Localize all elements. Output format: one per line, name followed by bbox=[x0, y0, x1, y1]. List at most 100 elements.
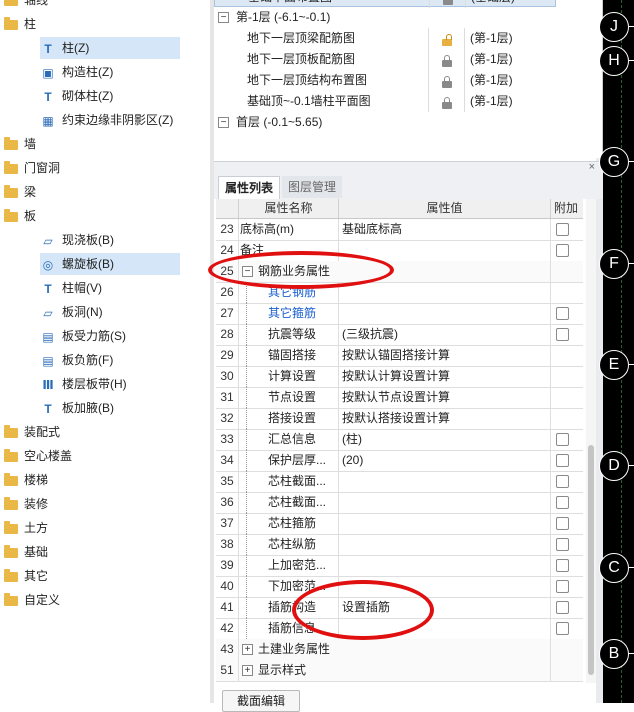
tree-folder[interactable]: 门窗洞 bbox=[4, 157, 204, 179]
property-group-row[interactable]: 51 + 显示样式 bbox=[216, 660, 583, 682]
property-row[interactable]: 38 芯柱纵筋 bbox=[216, 534, 583, 556]
tree-item[interactable]: ▤ 板受力筋(S) bbox=[40, 325, 200, 347]
close-icon[interactable]: × bbox=[589, 161, 595, 173]
extra-checkbox[interactable] bbox=[556, 433, 569, 446]
grid-scrollbar[interactable] bbox=[586, 199, 596, 683]
tree-item[interactable]: Ⅲ 楼层板带(H) bbox=[40, 373, 200, 395]
collapse-icon[interactable]: − bbox=[218, 12, 229, 23]
lock-icon[interactable] bbox=[442, 55, 452, 67]
row-number: 26 bbox=[220, 285, 234, 299]
scrollbar-thumb[interactable] bbox=[588, 445, 594, 675]
folder-icon bbox=[4, 568, 18, 582]
tree-label: 其它 bbox=[24, 569, 49, 583]
column-divider bbox=[238, 492, 239, 513]
tree-item[interactable]: ▤ 板负筋(F) bbox=[40, 349, 200, 371]
extra-checkbox[interactable] bbox=[556, 538, 569, 551]
drawing-row[interactable]: 地下一层顶结构布置图 (第-1层) bbox=[214, 70, 556, 91]
tree-label: 轴线 bbox=[24, 0, 49, 7]
tab-layer-management[interactable]: 图层管理 bbox=[282, 176, 343, 198]
extra-checkbox[interactable] bbox=[556, 244, 569, 257]
extra-checkbox[interactable] bbox=[556, 475, 569, 488]
collapse-icon[interactable]: − bbox=[218, 117, 229, 128]
property-value[interactable]: 按默认计算设置计算 bbox=[342, 366, 450, 387]
property-row[interactable]: 32 搭接设置 按默认搭接设置计算 bbox=[216, 408, 583, 430]
axis-marker: D bbox=[599, 451, 634, 481]
tree-folder[interactable]: 板 bbox=[4, 205, 204, 227]
lock-icon[interactable] bbox=[442, 76, 452, 88]
extra-checkbox[interactable] bbox=[556, 580, 569, 593]
property-value[interactable]: 按默认锚固搭接计算 bbox=[342, 345, 450, 366]
tree-folder[interactable]: 楼梯 bbox=[4, 469, 204, 491]
property-value[interactable]: 按默认节点设置计算 bbox=[342, 387, 450, 408]
expand-icon[interactable]: + bbox=[242, 644, 253, 655]
property-row[interactable]: 29 锚固搭接 按默认锚固搭接计算 bbox=[216, 345, 583, 367]
unlocked-icon[interactable] bbox=[442, 34, 452, 46]
extra-checkbox[interactable] bbox=[556, 559, 569, 572]
tree-folder[interactable]: 空心楼盖 bbox=[4, 445, 204, 467]
property-name: 保护层厚... bbox=[268, 453, 327, 467]
tree-item[interactable]: T 柱(Z) bbox=[40, 37, 180, 59]
drawing-group[interactable]: − 第-1层 (-6.1~-0.1) bbox=[214, 7, 556, 28]
extra-checkbox[interactable] bbox=[556, 622, 569, 635]
property-row[interactable]: 37 芯柱箍筋 bbox=[216, 513, 583, 535]
tree-folder[interactable]: 柱 bbox=[4, 13, 204, 35]
extra-checkbox[interactable] bbox=[556, 223, 569, 236]
drawing-row[interactable]: 基础平面布置图(基础层) bbox=[214, 0, 556, 8]
tree-folder[interactable]: 轴线 bbox=[4, 0, 204, 11]
tab-property-list[interactable]: 属性列表 bbox=[218, 176, 281, 199]
extra-checkbox[interactable] bbox=[556, 496, 569, 509]
drawing-row[interactable]: 地下一层顶梁配筋图 (第-1层) bbox=[214, 28, 556, 49]
tree-folder[interactable]: 梁 bbox=[4, 181, 204, 203]
property-row[interactable]: 30 计算设置 按默认计算设置计算 bbox=[216, 366, 583, 388]
axis-label: B bbox=[599, 639, 629, 669]
property-row[interactable]: 36 芯柱截面... bbox=[216, 492, 583, 514]
tree-label: 板 bbox=[24, 209, 37, 223]
lock-icon[interactable] bbox=[443, 0, 453, 5]
property-value[interactable]: (柱) bbox=[342, 429, 362, 450]
property-value[interactable]: (三级抗震) bbox=[342, 324, 398, 345]
tree-item[interactable]: T 柱帽(V) bbox=[40, 277, 200, 299]
property-row[interactable]: 31 节点设置 按默认节点设置计算 bbox=[216, 387, 583, 409]
property-row[interactable]: 28 抗震等级 (三级抗震) bbox=[216, 324, 583, 346]
expand-icon[interactable]: + bbox=[242, 665, 253, 676]
property-value[interactable]: (20) bbox=[342, 450, 363, 471]
tree-item[interactable]: T 砌体柱(Z) bbox=[40, 85, 200, 107]
drawing-canvas[interactable]: JH G F E D C B bbox=[599, 0, 634, 703]
tree-item[interactable]: ▦ 约束边缘非阴影区(Z) bbox=[40, 109, 200, 131]
tree-item[interactable]: ▣ 构造柱(Z) bbox=[40, 61, 200, 83]
property-row[interactable]: 23 底标高(m) 基础底标高 bbox=[216, 219, 583, 241]
tree-folder[interactable]: 自定义 bbox=[4, 589, 204, 611]
tree-item[interactable]: ▱ 板洞(N) bbox=[40, 301, 200, 323]
drawing-row[interactable]: 地下一层顶板配筋图 (第-1层) bbox=[214, 49, 556, 70]
folder-icon bbox=[4, 0, 18, 6]
drawing-row[interactable]: 基础顶~-0.1墙柱平面图 (第-1层) bbox=[214, 91, 556, 112]
tree-label: 板负筋(F) bbox=[62, 353, 114, 367]
extra-checkbox[interactable] bbox=[556, 307, 569, 320]
extra-checkbox[interactable] bbox=[556, 454, 569, 467]
property-row[interactable]: 34 保护层厚... (20) bbox=[216, 450, 583, 472]
tree-folder[interactable]: 墙 bbox=[4, 133, 204, 155]
property-value[interactable]: 按默认搭接设置计算 bbox=[342, 408, 450, 429]
tree-folder[interactable]: 土方 bbox=[4, 517, 204, 539]
tree-folder[interactable]: 基础 bbox=[4, 541, 204, 563]
property-row[interactable]: 27 其它箍筋 bbox=[216, 303, 583, 325]
folder-icon bbox=[4, 520, 18, 534]
tree-item[interactable]: ▱ 现浇板(B) bbox=[40, 229, 200, 251]
extra-checkbox[interactable] bbox=[556, 601, 569, 614]
property-row[interactable]: 39 上加密范... bbox=[216, 555, 583, 577]
tree-item[interactable]: ◎ 螺旋板(B) bbox=[40, 253, 180, 275]
extra-checkbox[interactable] bbox=[556, 328, 569, 341]
property-row[interactable]: 33 汇总信息 (柱) bbox=[216, 429, 583, 451]
property-value[interactable]: 基础底标高 bbox=[342, 219, 402, 240]
tree-folder[interactable]: 装配式 bbox=[4, 421, 204, 443]
property-row[interactable]: 35 芯柱截面... bbox=[216, 471, 583, 493]
property-group-row[interactable]: 43 + 土建业务属性 bbox=[216, 639, 583, 661]
tree-folder[interactable]: 其它 bbox=[4, 565, 204, 587]
extra-checkbox[interactable] bbox=[556, 517, 569, 530]
lock-icon[interactable] bbox=[442, 97, 452, 109]
column-divider bbox=[338, 471, 339, 492]
drawing-group[interactable]: − 首层 (-0.1~5.65) bbox=[214, 112, 556, 133]
tree-item[interactable]: T 板加腋(B) bbox=[40, 397, 200, 419]
tree-folder[interactable]: 装修 bbox=[4, 493, 204, 515]
section-edit-button[interactable]: 截面编辑 bbox=[222, 690, 300, 712]
